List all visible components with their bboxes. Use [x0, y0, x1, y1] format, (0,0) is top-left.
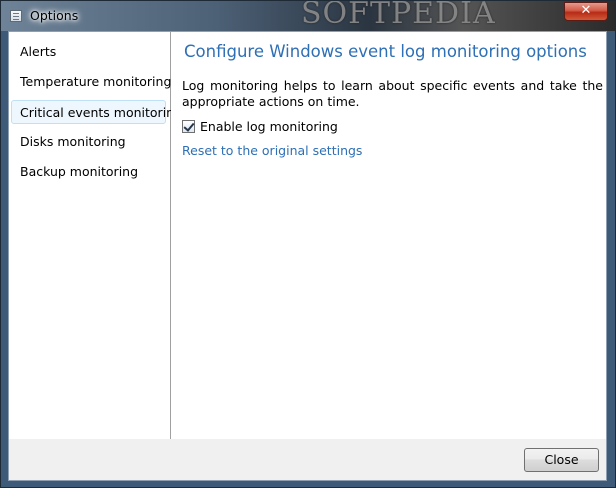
- sidebar-item-backup-monitoring[interactable]: Backup monitoring: [11, 160, 166, 184]
- enable-log-monitoring-label[interactable]: Enable log monitoring: [200, 119, 338, 134]
- window-title: Options: [30, 8, 79, 23]
- sidebar-item-disks-monitoring[interactable]: Disks monitoring: [11, 130, 166, 154]
- reset-settings-link[interactable]: Reset to the original settings: [182, 143, 362, 158]
- page-title: Configure Windows event log monitoring o…: [184, 42, 587, 61]
- description-text: Log monitoring helps to learn about spec…: [182, 78, 603, 109]
- window-icon: [10, 10, 22, 22]
- sidebar-item-critical-events-monitoring[interactable]: Critical events monitoring: [11, 100, 182, 124]
- enable-log-monitoring-checkbox[interactable]: [182, 120, 195, 133]
- options-window: Options SOFTPEDIA ✕ Alerts Temperature m…: [0, 0, 616, 488]
- sidebar-item-temperature-monitoring[interactable]: Temperature monitoring: [11, 70, 171, 94]
- window-close-button[interactable]: ✕: [564, 2, 608, 21]
- dialog-client-area: Alerts Temperature monitoring Critical e…: [8, 31, 607, 481]
- close-icon: ✕: [580, 3, 592, 18]
- watermark-logo: SOFTPEDIA: [301, 0, 496, 31]
- options-content-panel: Configure Windows event log monitoring o…: [171, 32, 606, 439]
- close-button[interactable]: Close: [524, 448, 599, 472]
- options-sidebar: Alerts Temperature monitoring Critical e…: [9, 32, 182, 439]
- title-bar[interactable]: Options SOFTPEDIA ✕: [1, 0, 615, 31]
- sidebar-item-alerts[interactable]: Alerts: [11, 40, 166, 64]
